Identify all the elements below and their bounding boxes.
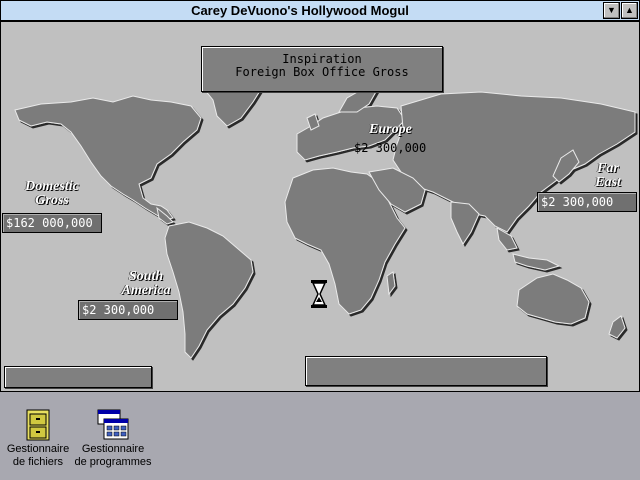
south-america-label-line2: America (121, 283, 171, 298)
inspiration-subtitle: Foreign Box Office Gross (235, 65, 409, 79)
minimize-icon: ▼ (607, 5, 616, 15)
far-east-label-line1: Far (597, 161, 619, 176)
madagascar-land (386, 271, 396, 296)
south-america-gross-value[interactable]: $2 300,000 (78, 300, 178, 320)
program-manager-icon-item[interactable]: Gestionnaire de programmes (73, 409, 153, 469)
new-zealand-land (608, 315, 626, 339)
window-title: Carey DeVuono's Hollywood Mogul (191, 3, 409, 18)
title-bar: Carey DeVuono's Hollywood Mogul ▼ ▲ (0, 0, 640, 21)
file-manager-label-line2: de fichiers (12, 456, 64, 468)
inspiration-panel: Inspiration Foreign Box Office Gross (201, 46, 443, 92)
file-manager-label-line1: Gestionnaire (6, 443, 70, 455)
domestic-label-line1: Domestic (25, 179, 79, 194)
center-empty-button[interactable] (305, 356, 547, 386)
minimize-button[interactable]: ▼ (603, 2, 620, 19)
program-manager-icon (97, 409, 129, 440)
program-manager-label-line1: Gestionnaire (81, 443, 145, 455)
europe-label: Europe (369, 122, 412, 137)
game-window: Inspiration Foreign Box Office Gross Dom… (0, 21, 640, 392)
maximize-icon: ▲ (625, 5, 634, 15)
domestic-gross-value[interactable]: $162 000,000 (2, 213, 102, 233)
south-america-label-line1: South (128, 269, 164, 284)
maximize-button[interactable]: ▲ (621, 2, 638, 19)
far-east-label-line2: East (595, 175, 621, 190)
domestic-label-line2: Gross (35, 193, 69, 208)
europe-gross-value[interactable]: $2 300,000 (354, 141, 426, 155)
left-empty-button[interactable] (4, 366, 152, 388)
south-america-label: South America (109, 270, 183, 298)
cabinet-icon (26, 409, 50, 441)
hourglass-icon (311, 280, 327, 308)
domestic-label: Domestic Gross (17, 180, 87, 208)
australia-land (516, 273, 590, 325)
far-east-label: Far East (583, 162, 633, 190)
far-east-gross-value[interactable]: $2 300,000 (537, 192, 637, 212)
indonesia-land (512, 253, 561, 271)
program-manager-label-line2: de programmes (74, 456, 152, 468)
file-manager-icon-item[interactable]: Gestionnaire de fichiers (0, 409, 78, 469)
